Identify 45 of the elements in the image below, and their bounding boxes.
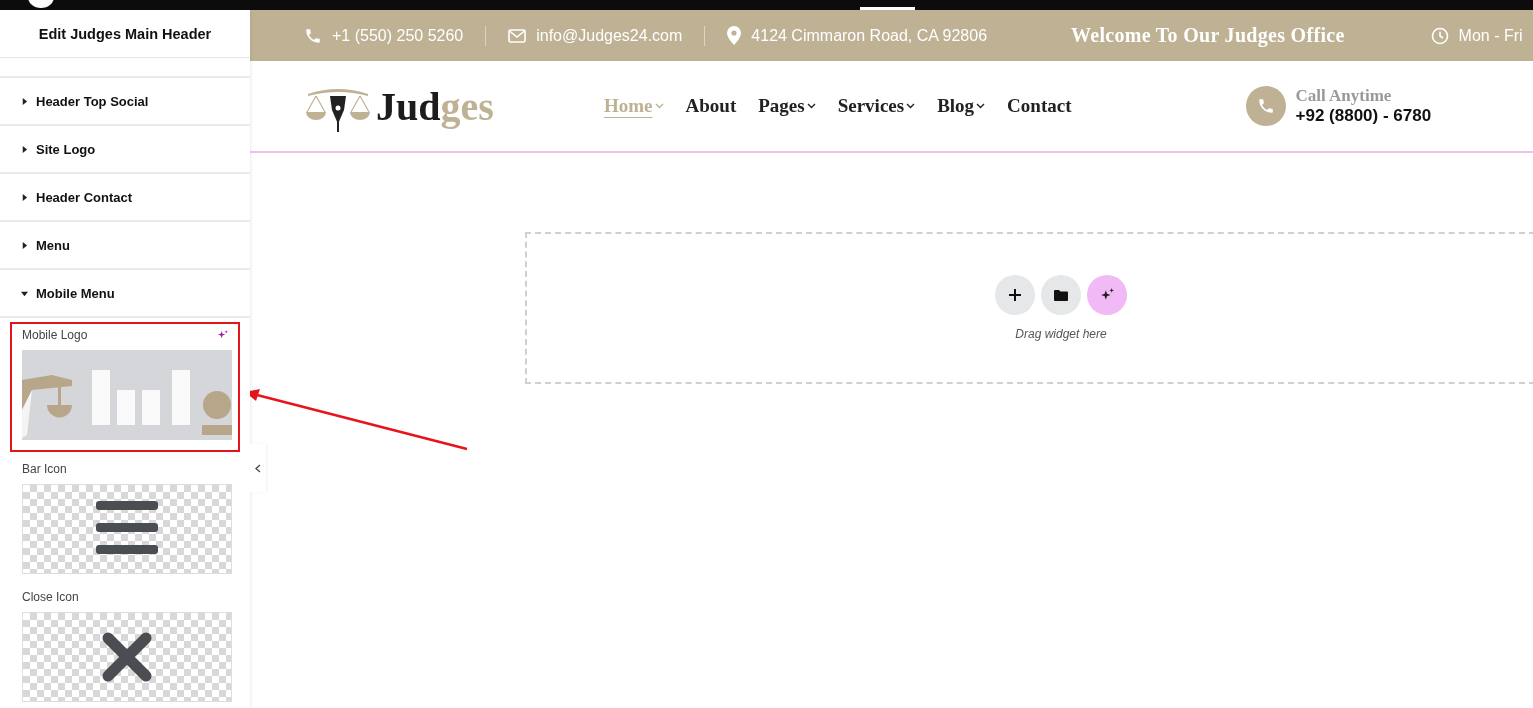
call-label: Call Anytime (1295, 86, 1393, 106)
section-header[interactable]: Header Top Social (0, 78, 250, 126)
nav-link[interactable]: About (685, 95, 737, 117)
site-logo-text[interactable]: Judges (376, 82, 494, 130)
caret-right-icon (21, 145, 28, 153)
folder-icon (1054, 289, 1068, 301)
nav-link[interactable]: Pages (758, 95, 816, 117)
street-address: 4124 Cimmaron Road, CA 92806 (751, 26, 988, 45)
add-button[interactable] (995, 275, 1035, 315)
section-header[interactable]: Menu (0, 222, 250, 270)
envelope-icon (508, 28, 527, 43)
field-label: Bar Icon (22, 462, 67, 476)
chevron-left-icon (255, 463, 261, 473)
phone-number: +1 (550) 250 5260 (332, 26, 464, 45)
sparkle-icon[interactable] (217, 329, 228, 341)
active-tab-indicator (860, 7, 915, 10)
image-preview[interactable] (22, 612, 232, 702)
field-label: Mobile Logo (22, 328, 88, 342)
caret-right-icon (21, 193, 28, 201)
section-header[interactable]: Site Logo (0, 126, 250, 174)
template-button[interactable] (1041, 275, 1081, 315)
close-icon (102, 632, 152, 682)
call-number: +92 (8800) - 6780 (1295, 106, 1432, 126)
caret-down-icon (21, 289, 28, 297)
location-pin-icon (727, 26, 742, 45)
phone-icon (304, 26, 322, 45)
image-preview[interactable] (22, 484, 232, 574)
field-label: Close Icon (22, 590, 79, 604)
phone-badge-icon (1245, 86, 1286, 126)
opening-hours: Mon - Fri (1458, 26, 1523, 45)
caret-right-icon (21, 241, 28, 249)
sparkle-icon (1100, 288, 1114, 302)
drop-hint: Drag widget here (1015, 327, 1107, 341)
nav-link[interactable]: Blog (937, 95, 986, 117)
plus-icon (1009, 289, 1021, 301)
caret-right-icon (21, 97, 28, 105)
nav-link[interactable]: Services (837, 95, 916, 117)
email-address: info@Judges24.com (536, 26, 683, 45)
section-header[interactable]: Header Contact (0, 174, 250, 222)
ai-button[interactable] (1087, 275, 1127, 315)
nav-link[interactable]: Contact (1007, 95, 1072, 117)
section-header[interactable]: Mobile Menu (0, 270, 250, 318)
clock-icon (1430, 26, 1449, 45)
menu-icon (96, 501, 158, 557)
welcome-text: Welcome To Our Judges Office (1071, 24, 1345, 47)
